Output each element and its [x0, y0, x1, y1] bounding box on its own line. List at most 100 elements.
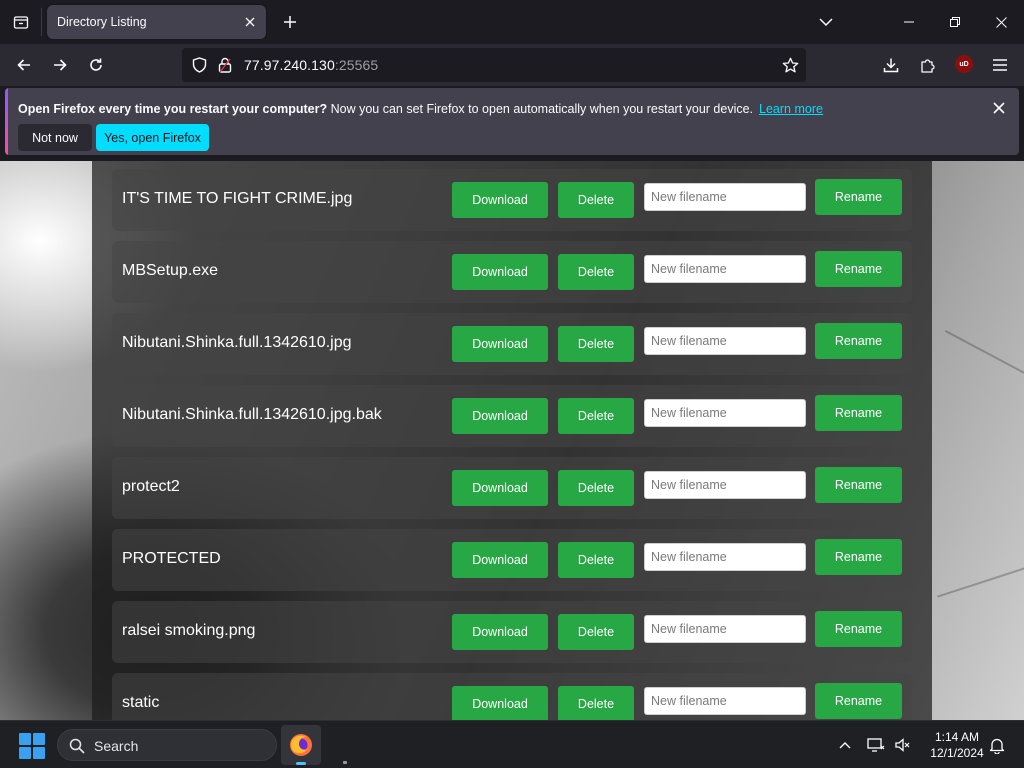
- file-row: MBSetup.exe Download Delete Rename: [112, 241, 912, 303]
- taskbar-dot: [343, 761, 347, 764]
- delete-button[interactable]: Delete: [558, 326, 634, 362]
- rename-button[interactable]: Rename: [815, 395, 902, 431]
- file-list-panel: IT'S TIME TO FIGHT CRIME.jpg Download De…: [92, 161, 932, 720]
- file-name: IT'S TIME TO FIGHT CRIME.jpg: [122, 190, 353, 207]
- active-app-indicator: [296, 762, 306, 765]
- network-icon: [867, 738, 885, 752]
- rename-button[interactable]: Rename: [815, 683, 902, 719]
- download-button[interactable]: Download: [452, 542, 548, 578]
- window-restore-button[interactable]: [932, 0, 978, 44]
- new-filename-input[interactable]: [644, 543, 806, 571]
- delete-button[interactable]: Delete: [558, 398, 634, 434]
- notification-bold-text: Open Firefox every time you restart your…: [18, 102, 328, 116]
- extensions-button[interactable]: [914, 51, 942, 79]
- url-port: :25565: [334, 57, 379, 73]
- file-row: ralsei smoking.png Download Delete Renam…: [112, 601, 912, 663]
- download-button[interactable]: Download: [452, 254, 548, 290]
- new-filename-input[interactable]: [644, 327, 806, 355]
- start-button[interactable]: [19, 733, 45, 759]
- windows-logo-icon: [33, 733, 45, 745]
- back-button[interactable]: [10, 51, 38, 79]
- show-hidden-icons-button[interactable]: [835, 735, 855, 755]
- rename-button[interactable]: Rename: [815, 251, 902, 287]
- new-filename-input[interactable]: [644, 615, 806, 643]
- download-button[interactable]: Download: [452, 470, 548, 506]
- downloads-button[interactable]: [877, 51, 905, 79]
- bookmark-star-button[interactable]: [780, 55, 800, 75]
- tab-list-button[interactable]: [8, 8, 34, 36]
- new-filename-input[interactable]: [644, 255, 806, 283]
- rename-button[interactable]: Rename: [815, 467, 902, 503]
- new-filename-input[interactable]: [644, 399, 806, 427]
- clock-time: 1:14 AM: [934, 730, 980, 744]
- background-tile-line: [944, 329, 1024, 375]
- download-button[interactable]: Download: [452, 686, 548, 720]
- notifications-button[interactable]: [987, 735, 1007, 755]
- rename-button[interactable]: Rename: [815, 179, 902, 215]
- delete-button[interactable]: Delete: [558, 686, 634, 720]
- download-button[interactable]: Download: [452, 326, 548, 362]
- delete-button[interactable]: Delete: [558, 614, 634, 650]
- forward-icon: [54, 59, 67, 71]
- download-button[interactable]: Download: [452, 614, 548, 650]
- taskbar-clock[interactable]: 1:14 AM 12/1/2024: [918, 729, 996, 761]
- network-button[interactable]: [866, 735, 886, 755]
- background-tile-line: [937, 566, 1024, 598]
- page-viewport[interactable]: IT'S TIME TO FIGHT CRIME.jpg Download De…: [0, 161, 1024, 720]
- notification-text: Now you can set Firefox to open automati…: [327, 102, 754, 116]
- new-filename-input[interactable]: [644, 687, 806, 715]
- windows-taskbar: Search 1:14 AM 12/1/2024: [0, 720, 1024, 768]
- clock-date: 12/1/2024: [930, 746, 984, 760]
- download-button[interactable]: Download: [452, 182, 548, 218]
- ublock-origin-button[interactable]: uD: [955, 55, 973, 73]
- notification-close-button[interactable]: [989, 98, 1009, 118]
- url-text: 77.97.240.130:25565: [244, 57, 378, 73]
- list-all-tabs-button[interactable]: [814, 10, 838, 34]
- forward-button[interactable]: [46, 51, 74, 79]
- firefox-icon: [290, 734, 312, 756]
- reload-button[interactable]: [82, 51, 110, 79]
- file-row: Nibutani.Shinka.full.1342610.jpg Downloa…: [112, 313, 912, 375]
- taskbar-firefox-button[interactable]: [281, 725, 321, 765]
- notification-accent: [5, 88, 8, 155]
- chevron-down-icon: [819, 18, 833, 27]
- yes-open-firefox-button[interactable]: Yes, open Firefox: [96, 124, 209, 151]
- plus-icon: [284, 16, 296, 28]
- download-icon: [883, 58, 899, 73]
- not-now-button[interactable]: Not now: [18, 124, 92, 151]
- windows-logo-icon: [19, 747, 31, 759]
- tab-title: Directory Listing: [57, 15, 147, 29]
- volume-button[interactable]: [892, 735, 912, 755]
- rename-button[interactable]: Rename: [815, 539, 902, 575]
- delete-button[interactable]: Delete: [558, 182, 634, 218]
- app-menu-button[interactable]: [986, 51, 1014, 79]
- address-bar[interactable]: 77.97.240.130:25565: [182, 48, 806, 82]
- site-info-button[interactable]: [216, 56, 234, 74]
- window-minimize-button[interactable]: [886, 0, 932, 44]
- file-row: protect2 Download Delete Rename: [112, 457, 912, 519]
- file-row: PROTECTED Download Delete Rename: [112, 529, 912, 591]
- window-close-button[interactable]: [978, 0, 1024, 44]
- tab-directory-listing[interactable]: Directory Listing: [47, 5, 266, 39]
- file-name: PROTECTED: [122, 550, 221, 567]
- new-tab-button[interactable]: [278, 9, 302, 35]
- search-label: Search: [94, 738, 139, 754]
- delete-button[interactable]: Delete: [558, 542, 634, 578]
- taskbar-search[interactable]: Search: [57, 729, 277, 761]
- new-filename-input[interactable]: [644, 183, 806, 211]
- rename-button[interactable]: Rename: [815, 323, 902, 359]
- windows-logo-icon: [19, 733, 31, 745]
- tab-close-button[interactable]: [242, 14, 258, 30]
- close-icon: [245, 17, 255, 27]
- download-button[interactable]: Download: [452, 398, 548, 434]
- close-icon: [995, 16, 1007, 28]
- chevron-up-icon: [839, 742, 851, 749]
- star-icon: [782, 57, 798, 72]
- delete-button[interactable]: Delete: [558, 470, 634, 506]
- delete-button[interactable]: Delete: [558, 254, 634, 290]
- rename-button[interactable]: Rename: [815, 611, 902, 647]
- learn-more-link[interactable]: Learn more: [759, 102, 823, 116]
- tracking-protection-button[interactable]: [190, 56, 208, 74]
- new-filename-input[interactable]: [644, 471, 806, 499]
- menu-icon: [993, 59, 1007, 71]
